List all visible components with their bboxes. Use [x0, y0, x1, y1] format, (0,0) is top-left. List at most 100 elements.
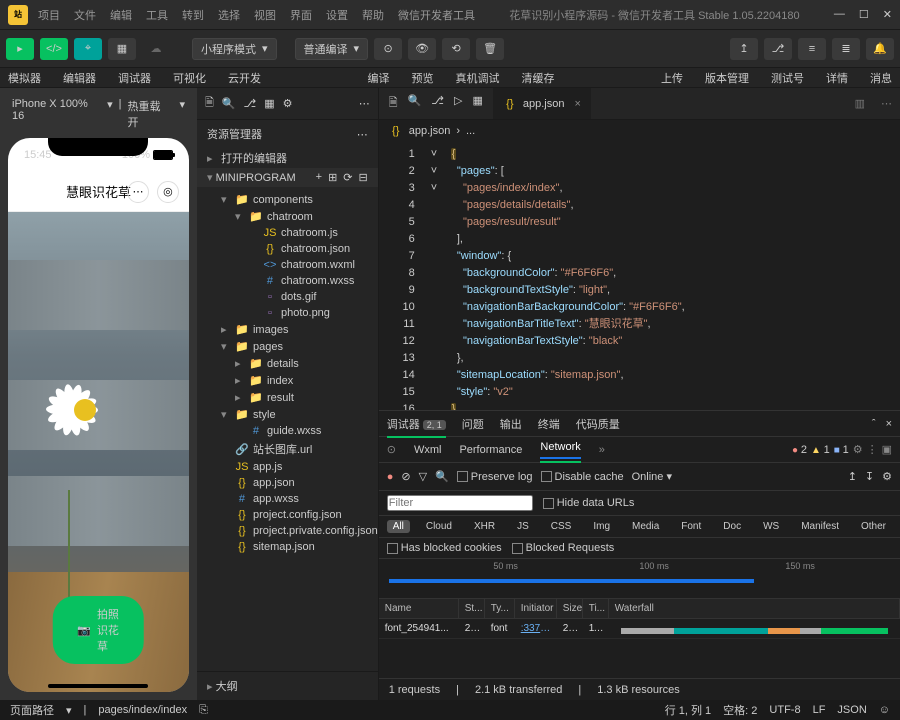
close-icon[interactable]: ✕: [883, 8, 892, 21]
import-icon[interactable]: ↥: [848, 470, 857, 483]
debug-icon[interactable]: ▷: [454, 94, 462, 113]
tree-sitemap.json[interactable]: {}sitemap.json: [197, 539, 378, 555]
mode-select[interactable]: 小程序模式▾: [192, 38, 277, 60]
target-icon[interactable]: ◎: [157, 181, 179, 203]
clear-icon[interactable]: ⊘: [401, 470, 410, 483]
menu-工具[interactable]: 工具: [146, 7, 168, 23]
menu-设置[interactable]: 设置: [326, 7, 348, 23]
git-icon[interactable]: ⎇: [431, 94, 444, 113]
tree-chatroom.wxss[interactable]: #chatroom.wxss: [197, 273, 378, 289]
filter-manifest[interactable]: Manifest: [795, 520, 845, 533]
compile-select[interactable]: 普通编译▾: [295, 38, 369, 60]
files-icon[interactable]: 🗎: [205, 94, 214, 113]
timeline[interactable]: 50 ms 100 ms 150 ms: [379, 559, 900, 599]
menu-视图[interactable]: 视图: [254, 7, 276, 23]
tab-debugger[interactable]: 调试器2, 1: [387, 416, 446, 432]
remote-button[interactable]: ⟲: [442, 38, 470, 60]
search-icon[interactable]: 🔍: [435, 470, 449, 483]
tree-details[interactable]: ▸📁details: [197, 355, 378, 372]
export-icon[interactable]: ↧: [865, 470, 874, 483]
compile-button[interactable]: ⊙: [374, 38, 402, 60]
version-button[interactable]: ⎇: [764, 38, 792, 60]
menu-项目[interactable]: 项目: [38, 7, 60, 23]
filter-doc[interactable]: Doc: [717, 520, 747, 533]
tree-project.private.config.json[interactable]: {}project.private.config.json: [197, 523, 378, 539]
record-icon[interactable]: ●: [387, 471, 394, 483]
tree-photo.png[interactable]: ▫photo.png: [197, 305, 378, 321]
cloud-button[interactable]: ☁: [142, 38, 170, 60]
ext-icon[interactable]: ▦: [264, 97, 274, 110]
tree-chatroom[interactable]: ▾📁chatroom: [197, 208, 378, 225]
home-indicator[interactable]: [48, 684, 148, 688]
capture-button[interactable]: 📷拍照识花草: [53, 596, 144, 664]
hot-reload[interactable]: 热重载 开: [127, 98, 173, 130]
detail-button[interactable]: ≣: [832, 38, 860, 60]
menu-文件[interactable]: 文件: [74, 7, 96, 23]
outline-section[interactable]: ▸ 大纲: [197, 671, 378, 700]
filter-cloud[interactable]: Cloud: [420, 520, 458, 533]
new-file-icon[interactable]: +: [316, 171, 322, 184]
gear-icon[interactable]: ⚙: [853, 443, 863, 456]
tree-chatroom.wxml[interactable]: <>chatroom.wxml: [197, 257, 378, 273]
filter-input[interactable]: [387, 495, 533, 511]
minimize-icon[interactable]: —: [834, 8, 845, 21]
chevron-up-icon[interactable]: ˆ: [872, 418, 876, 430]
tree-app.js[interactable]: JSapp.js: [197, 459, 378, 475]
tree-guide.wxss[interactable]: #guide.wxss: [197, 423, 378, 439]
menu-帮助[interactable]: 帮助: [362, 7, 384, 23]
tree-components[interactable]: ▾📁components: [197, 191, 378, 208]
close-panel-icon[interactable]: ×: [886, 418, 892, 430]
tree-app.json[interactable]: {}app.json: [197, 475, 378, 491]
message-button[interactable]: 🔔: [866, 38, 894, 60]
tab-problems[interactable]: 问题: [462, 416, 484, 432]
build-icon[interactable]: ⚙: [283, 97, 293, 110]
filter-img[interactable]: Img: [587, 520, 616, 533]
simulator-button[interactable]: ▸: [6, 38, 34, 60]
tab-network[interactable]: Network: [540, 441, 580, 459]
tree-站长图库.url[interactable]: 🔗站长图库.url: [197, 439, 378, 459]
explorer-icon[interactable]: 🗎: [389, 94, 398, 113]
close-tab-icon[interactable]: ×: [574, 98, 580, 110]
tree-result[interactable]: ▸📁result: [197, 389, 378, 406]
filter-css[interactable]: CSS: [545, 520, 578, 533]
tab-quality[interactable]: 代码质量: [576, 416, 620, 432]
inspect-icon[interactable]: ⊙: [387, 443, 396, 456]
test-button[interactable]: ≡: [798, 38, 826, 60]
tree-style[interactable]: ▾📁style: [197, 406, 378, 423]
tree-pages[interactable]: ▾📁pages: [197, 338, 378, 355]
filter-font[interactable]: Font: [675, 520, 707, 533]
editor-button[interactable]: </>: [40, 38, 68, 60]
more-icon[interactable]: ⋯: [359, 97, 370, 110]
filter-ws[interactable]: WS: [757, 520, 785, 533]
debug-button[interactable]: ⌖: [74, 38, 102, 60]
dock-icon[interactable]: ▣: [882, 443, 892, 456]
tree-index[interactable]: ▸📁index: [197, 372, 378, 389]
upload-button[interactable]: ↥: [730, 38, 758, 60]
tab-output[interactable]: 输出: [500, 416, 522, 432]
ext-icon[interactable]: ▦: [472, 94, 482, 113]
maximize-icon[interactable]: ☐: [859, 8, 869, 21]
tree-dots.gif[interactable]: ▫dots.gif: [197, 289, 378, 305]
filter-icon[interactable]: ▽: [419, 470, 427, 483]
more-tabs-icon[interactable]: »: [599, 444, 605, 456]
refresh-icon[interactable]: ⟳: [343, 171, 352, 184]
menu-转到[interactable]: 转到: [182, 7, 204, 23]
filter-js[interactable]: JS: [511, 520, 535, 533]
menu-界面[interactable]: 界面: [290, 7, 312, 23]
feedback-icon[interactable]: ☺: [879, 704, 890, 716]
tab-terminal[interactable]: 终端: [538, 416, 560, 432]
throttle-select[interactable]: Online ▾: [632, 470, 672, 483]
tree-chatroom.json[interactable]: {}chatroom.json: [197, 241, 378, 257]
branch-icon[interactable]: ⎇: [244, 97, 257, 110]
menu-icon[interactable]: ⋯: [127, 181, 149, 203]
clear-button[interactable]: 🗑: [476, 38, 504, 60]
split-icon[interactable]: ▥: [847, 97, 873, 110]
collapse-icon[interactable]: ⊟: [359, 171, 368, 184]
menu-编辑[interactable]: 编辑: [110, 7, 132, 23]
table-row[interactable]: font_254941...200font:3379...2....11...: [379, 619, 900, 639]
device-select[interactable]: iPhone X 100% 16: [12, 98, 101, 130]
menu-选择[interactable]: 选择: [218, 7, 240, 23]
new-folder-icon[interactable]: ⊞: [328, 171, 337, 184]
tree-project.config.json[interactable]: {}project.config.json: [197, 507, 378, 523]
preview-button[interactable]: 👁: [408, 38, 436, 60]
